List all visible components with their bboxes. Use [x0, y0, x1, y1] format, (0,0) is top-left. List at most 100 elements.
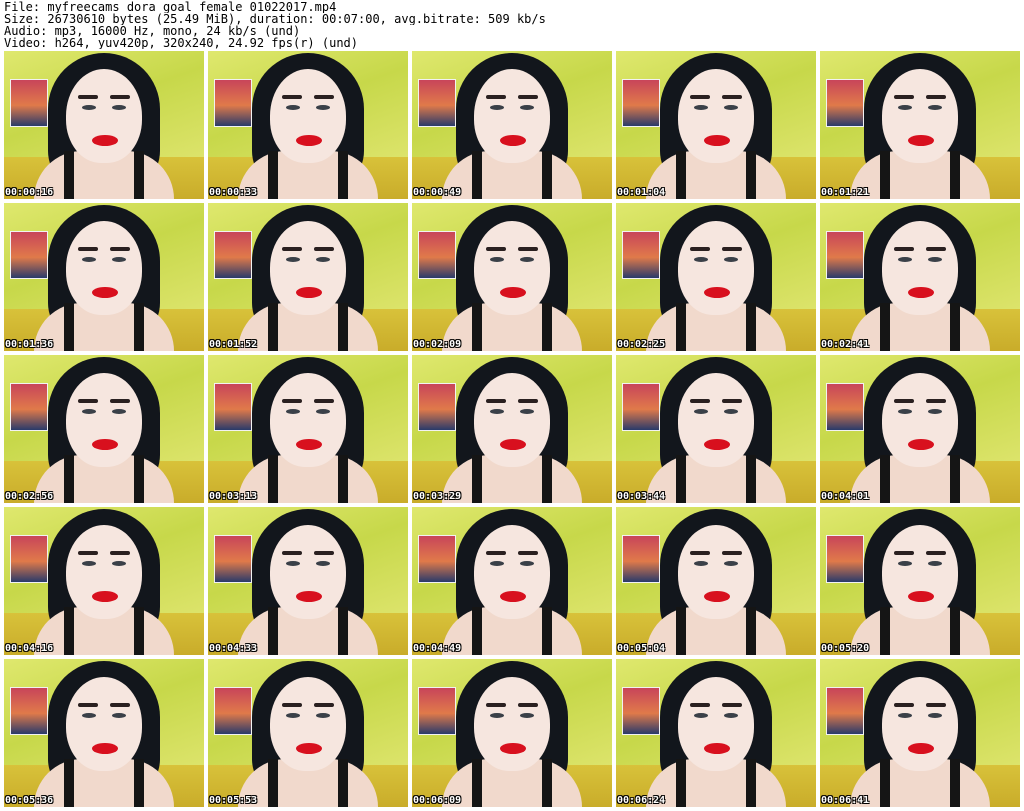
strap-right	[134, 151, 144, 199]
video-frame-thumbnail[interactable]: 00:01:52	[208, 203, 408, 351]
video-frame-thumbnail[interactable]: 00:06:41	[820, 659, 1020, 807]
lips	[908, 591, 934, 602]
video-frame-thumbnail[interactable]: 00:02:41	[820, 203, 1020, 351]
video-frame-thumbnail[interactable]: 00:05:04	[616, 507, 816, 655]
eyebrow-left	[282, 247, 302, 251]
eye-left	[82, 561, 96, 566]
face	[270, 525, 346, 619]
frame-timestamp: 00:01:04	[617, 187, 666, 198]
eyebrow-right	[518, 703, 538, 707]
frame-timestamp: 00:04:01	[821, 491, 870, 502]
lips	[908, 287, 934, 298]
eyebrow-left	[894, 703, 914, 707]
file-info-header: File: myfreecams_dora_goal_female_010220…	[4, 1, 1020, 49]
wall-poster	[622, 383, 660, 431]
wall-poster	[214, 535, 252, 583]
video-frame-thumbnail[interactable]: 00:01:36	[4, 203, 204, 351]
lips	[908, 743, 934, 754]
eye-right	[112, 409, 126, 414]
lips	[908, 439, 934, 450]
video-frame-thumbnail[interactable]: 00:00:16	[4, 51, 204, 199]
video-frame-thumbnail[interactable]: 00:05:53	[208, 659, 408, 807]
video-frame-thumbnail[interactable]: 00:03:44	[616, 355, 816, 503]
wall-poster	[418, 687, 456, 735]
strap-right	[542, 455, 552, 503]
wall-poster	[622, 535, 660, 583]
strap-right	[134, 607, 144, 655]
frame-timestamp: 00:02:25	[617, 339, 666, 350]
eyebrow-left	[894, 551, 914, 555]
frame-timestamp: 00:04:49	[413, 643, 462, 654]
strap-left	[472, 759, 482, 807]
video-frame-thumbnail[interactable]: 00:02:09	[412, 203, 612, 351]
strap-right	[338, 151, 348, 199]
strap-left	[268, 303, 278, 351]
strap-left	[472, 151, 482, 199]
frame-timestamp: 00:02:09	[413, 339, 462, 350]
video-frame-thumbnail[interactable]: 00:06:24	[616, 659, 816, 807]
lips	[92, 591, 118, 602]
frame-timestamp: 00:00:16	[5, 187, 54, 198]
video-frame-thumbnail[interactable]: 00:02:56	[4, 355, 204, 503]
video-frame-thumbnail[interactable]: 00:01:04	[616, 51, 816, 199]
video-frame-thumbnail[interactable]: 00:06:09	[412, 659, 612, 807]
eyebrow-right	[314, 703, 334, 707]
video-frame-thumbnail[interactable]: 00:02:25	[616, 203, 816, 351]
face	[882, 221, 958, 315]
video-frame-thumbnail[interactable]: 00:00:33	[208, 51, 408, 199]
eyebrow-right	[722, 95, 742, 99]
eyebrow-right	[926, 551, 946, 555]
strap-left	[676, 759, 686, 807]
eyebrow-right	[110, 247, 130, 251]
lips	[296, 591, 322, 602]
video-frame-thumbnail[interactable]: 00:03:13	[208, 355, 408, 503]
strap-right	[746, 303, 756, 351]
eyebrow-right	[110, 399, 130, 403]
video-frame-thumbnail[interactable]: 00:00:49	[412, 51, 612, 199]
frame-timestamp: 00:03:13	[209, 491, 258, 502]
video-frame-thumbnail[interactable]: 00:01:21	[820, 51, 1020, 199]
video-frame-thumbnail[interactable]: 00:04:33	[208, 507, 408, 655]
video-frame-thumbnail[interactable]: 00:04:01	[820, 355, 1020, 503]
frame-timestamp: 00:02:56	[5, 491, 54, 502]
video-frame-thumbnail[interactable]: 00:05:20	[820, 507, 1020, 655]
video-frame-thumbnail[interactable]: 00:03:29	[412, 355, 612, 503]
lips	[704, 287, 730, 298]
file-name-line: File: myfreecams_dora_goal_female_010220…	[4, 1, 337, 13]
video-frame-thumbnail[interactable]: 00:04:49	[412, 507, 612, 655]
wall-poster	[418, 383, 456, 431]
strap-right	[338, 303, 348, 351]
video-frame-thumbnail[interactable]: 00:05:36	[4, 659, 204, 807]
face	[474, 221, 550, 315]
eyebrow-left	[78, 399, 98, 403]
strap-right	[746, 759, 756, 807]
strap-right	[134, 759, 144, 807]
eye-left	[898, 713, 912, 718]
face	[474, 677, 550, 771]
eye-left	[286, 257, 300, 262]
lips	[704, 743, 730, 754]
wall-poster	[622, 687, 660, 735]
eyebrow-left	[486, 399, 506, 403]
thumbnail-grid: 00:00:16 00:00:33 00:00:49 00:01:04 00:01:21…	[4, 51, 1020, 807]
face	[270, 677, 346, 771]
eye-right	[112, 561, 126, 566]
wall-poster	[214, 687, 252, 735]
eye-left	[694, 713, 708, 718]
eyebrow-left	[282, 703, 302, 707]
strap-left	[268, 607, 278, 655]
strap-left	[880, 607, 890, 655]
eyebrow-left	[78, 95, 98, 99]
eyebrow-right	[518, 247, 538, 251]
video-frame-thumbnail[interactable]: 00:04:16	[4, 507, 204, 655]
face	[66, 221, 142, 315]
face	[882, 677, 958, 771]
eye-right	[724, 713, 738, 718]
strap-left	[676, 151, 686, 199]
lips	[92, 439, 118, 450]
audio-info-line: Audio: mp3, 16000 Hz, mono, 24 kb/s (und…	[4, 25, 301, 37]
frame-timestamp: 00:04:16	[5, 643, 54, 654]
face	[474, 69, 550, 163]
frame-timestamp: 00:01:21	[821, 187, 870, 198]
strap-right	[746, 607, 756, 655]
